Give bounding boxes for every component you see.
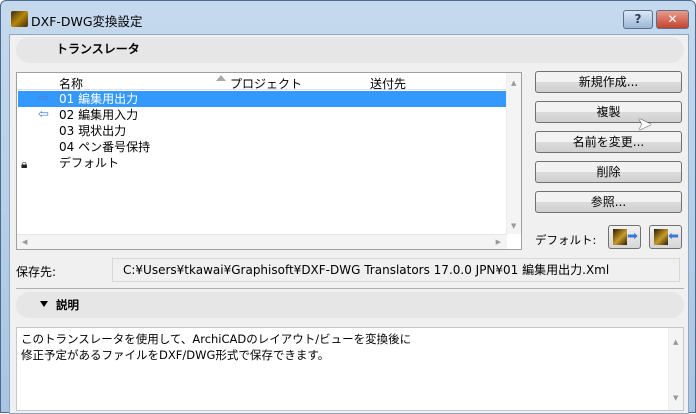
description-section-header[interactable]: 説明: [16, 292, 684, 318]
list-item-name: 01 編集用出力: [59, 92, 139, 106]
list-item[interactable]: 🔒︎ デフォルト: [18, 155, 506, 171]
save-location-label: 保存先:: [16, 265, 57, 279]
duplicate-button[interactable]: 複製: [535, 101, 682, 123]
vertical-scrollbar[interactable]: ▲ ▼: [506, 73, 521, 234]
lock-icon: 🔒︎: [21, 157, 28, 171]
horizontal-scrollbar[interactable]: ◀ ▶: [17, 234, 507, 249]
help-button[interactable]: ?: [623, 10, 653, 29]
description-scrollbar[interactable]: ▲ ▼: [668, 328, 683, 410]
description-line: 修正予定があるファイルをDXF/DWG形式で保存できます。: [21, 348, 330, 362]
list-item-name: 03 現状出力: [59, 124, 127, 138]
sort-ascending-icon: [216, 75, 226, 81]
new-button[interactable]: 新規作成...: [535, 71, 682, 93]
disclosure-triangle-icon[interactable]: [40, 301, 48, 307]
archicad-app-icon: [11, 11, 28, 27]
translators-heading: トランスレータ: [56, 42, 140, 56]
export-arrow-icon: ➡: [627, 229, 638, 244]
rename-button[interactable]: 名前を変更...: [535, 131, 682, 153]
mouse-cursor-icon: ➤: [637, 114, 653, 135]
close-button[interactable]: ✕: [656, 10, 689, 29]
translator-list[interactable]: 名称 プロジェクト 送付先 ⇨ 01 編集用出力 ⇦ 02 編集用入力 03 現…: [16, 72, 522, 250]
import-arrow-icon: ⬅: [668, 229, 679, 244]
column-header-project[interactable]: プロジェクト: [230, 75, 302, 92]
dialog-body: トランスレータ 名称 プロジェクト 送付先 ⇨ 01 編集用出力 ⇦ 02 編集…: [9, 34, 689, 414]
set-default-import-button[interactable]: ⬅: [649, 225, 682, 249]
archicad-logo-icon: [613, 229, 627, 245]
translators-section-header: トランスレータ: [16, 37, 684, 63]
list-item[interactable]: ⇦ 02 編集用入力: [18, 107, 506, 123]
divider: [16, 288, 684, 289]
save-location-field: C:¥Users¥tkawai¥Graphisoft¥DXF-DWG Trans…: [112, 258, 680, 282]
window-title: DXF-DWG変換設定: [31, 14, 143, 29]
description-heading: 説明: [56, 298, 79, 312]
list-header: 名称 プロジェクト 送付先: [17, 73, 507, 92]
set-default-export-button[interactable]: ➡: [608, 225, 641, 249]
browse-button[interactable]: 参照...: [535, 191, 682, 213]
column-header-destination[interactable]: 送付先: [370, 75, 406, 92]
default-label: デフォルト:: [535, 233, 597, 247]
list-item[interactable]: 03 現状出力: [18, 123, 506, 139]
list-item[interactable]: ⇨ 01 編集用出力: [18, 91, 506, 107]
list-item[interactable]: 04 ペン番号保持: [18, 139, 506, 155]
list-item-name: 04 ペン番号保持: [59, 140, 151, 154]
column-header-name[interactable]: 名称: [59, 75, 83, 92]
archicad-logo-icon: [654, 229, 668, 245]
import-arrow-icon: ⇦: [38, 107, 49, 122]
description-text-area[interactable]: このトランスレータを使用して、ArchiCADのレイアウト/ビューを変換後に 修…: [16, 327, 684, 411]
export-arrow-icon: ⇨: [38, 91, 49, 106]
description-line: このトランスレータを使用して、ArchiCADのレイアウト/ビューを変換後に: [21, 332, 412, 346]
dialog-window: DXF-DWG変換設定 ? ✕ トランスレータ 名称 プロジェクト 送付先 ⇨ …: [0, 0, 696, 414]
delete-button[interactable]: 削除: [535, 161, 682, 183]
list-item-name: 02 編集用入力: [59, 108, 139, 122]
list-item-name: デフォルト: [59, 156, 120, 170]
